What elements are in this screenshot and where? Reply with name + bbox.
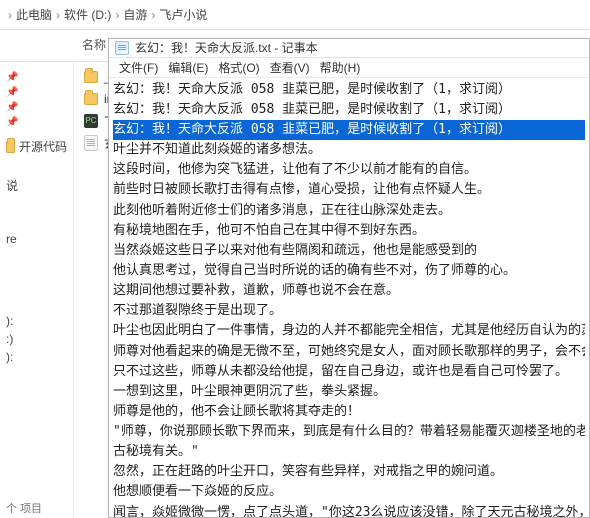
notepad-line[interactable]: 叶尘并不知道此刻焱姬的诸多想法。 [113,140,585,160]
sidebar-item[interactable]: re [0,230,73,248]
menu-view[interactable]: 查看(V) [266,58,314,77]
notepad-line[interactable]: 不过那道裂隙终于是出现了。 [113,301,585,321]
txt-file-icon [84,135,98,151]
breadcrumb[interactable]: › 此电脑 › 软件 (D:) › 自游 › 飞卢小说 [0,0,590,30]
pin-icon: 📌 [6,117,18,128]
sidebar-item[interactable]: ): [0,312,73,330]
notepad-line[interactable]: 只不过这些，师尊从未都没给他提，留在自己身边，或许也是看自己可怜罢了。 [113,362,585,382]
notepad-line[interactable]: 他想顺便看一下焱姬的反应。 [113,482,585,502]
notepad-icon [115,41,129,55]
breadcrumb-item[interactable]: 软件 (D:) [64,6,111,23]
pin-icon: 📌 [6,72,18,83]
notepad-window: 玄幻：我！天命大反派.txt - 记事本 文件(F) 编辑(E) 格式(O) 查… [108,38,590,518]
notepad-line[interactable]: 有秘境地图在手，他可不怕自己在其中得不到好东西。 [113,221,585,241]
breadcrumb-item[interactable]: 飞卢小说 [159,6,207,23]
sidebar: 📌 📌 📌 📌 开源代码 说 re ): :) ): [0,62,74,518]
menu-edit[interactable]: 编辑(E) [164,58,212,77]
menu-help[interactable]: 帮助(H) [316,58,365,77]
notepad-line[interactable]: "师尊，你说那顾长歌下界而来，到底是有什么目的？带着轻易能覆灭迦楼圣地的老仆，我… [113,422,585,442]
sidebar-item[interactable]: 📌 [0,85,73,100]
notepad-line[interactable]: 忽然，正在赶路的叶尘开口，笑容有些异样，对戒指之甲的婉问道。 [113,462,585,482]
notepad-line[interactable]: 玄幻：我！天命大反派 058 韭菜已肥，是时候收割了（1，求订阅） [113,120,585,140]
notepad-line[interactable]: 古秘境有关。" [113,442,585,462]
pc-file-icon: PC [84,114,98,128]
menu-file[interactable]: 文件(F) [115,58,162,77]
notepad-line[interactable]: 师尊对他看起来的确是无微不至，可她终究是女人，面对顾长歌那样的男子，会不会日才滑 [113,342,585,362]
notepad-line[interactable]: 此刻他听着附近修士们的诸多消息，正在往山脉深处走去。 [113,201,585,221]
notepad-textarea[interactable]: 玄幻：我！天命大反派 058 韭菜已肥，是时候收割了（1，求订阅）玄幻：我！天命… [109,78,589,517]
sidebar-label: 说 [6,177,18,194]
sidebar-item[interactable]: :) [0,330,73,348]
notepad-line[interactable]: 玄幻：我！天命大反派 058 韭菜已肥，是时候收割了（1，求订阅） [113,100,585,120]
notepad-line[interactable]: 师尊是他的，他不会让顾长歌将其夺走的！ [113,402,585,422]
sidebar-item[interactable]: 📌 [0,100,73,115]
notepad-line[interactable]: 玄幻：我！天命大反派 058 韭菜已肥，是时候收割了（1，求订阅） [113,80,585,100]
status-footer: 个 项目 [0,498,48,518]
notepad-title: 玄幻：我！天命大反派.txt - 记事本 [135,39,318,56]
notepad-line[interactable]: 一想到这里，叶尘眼神更阴沉了些，拳头紧握。 [113,382,585,402]
sidebar-label: 开源代码 [19,138,67,155]
sidebar-label: ): [6,350,13,364]
folder-icon [6,141,15,153]
notepad-line[interactable]: 闻言，焱姬微微一愣，点了点头道，"你这23么说应该没错，除了天元古秘境之外，下界… [113,503,585,517]
sidebar-item[interactable]: 说 [0,175,73,196]
sidebar-item[interactable]: 📌 [0,70,73,85]
sidebar-item[interactable]: 开源代码 [0,136,73,157]
notepad-line[interactable]: 叶尘也因此明白了一件事情，身边的人并不都能完全相信，尤其是他经历自认为的苏清歌 [113,321,585,341]
notepad-line[interactable]: 这段时间，他修为突飞猛进，让他有了不少以前才能有的自信。 [113,160,585,180]
breadcrumb-item[interactable]: 自游 [123,6,147,23]
folder-icon [84,71,98,83]
sidebar-label: ): [6,314,13,328]
folder-icon [84,93,98,105]
breadcrumb-sep: › [56,8,60,22]
notepad-line[interactable]: 他认真思考过，觉得自己当时所说的话的确有些不对，伤了师尊的心。 [113,261,585,281]
notepad-line[interactable]: 这期间他想过要补救，道歉，师尊也说不会在意。 [113,281,585,301]
notepad-line[interactable]: 当然焱姬这些日子以来对他有些隔阂和疏远，他也是能感受到的 [113,241,585,261]
sidebar-label: :) [6,332,13,346]
breadcrumb-item[interactable]: 此电脑 [16,6,52,23]
breadcrumb-sep: › [8,8,12,22]
menu-format[interactable]: 格式(O) [214,58,263,77]
notepad-titlebar[interactable]: 玄幻：我！天命大反派.txt - 记事本 [109,39,589,58]
notepad-menubar: 文件(F) 编辑(E) 格式(O) 查看(V) 帮助(H) [109,58,589,78]
notepad-line[interactable]: 前些时日被顾长歌打击得有点惨，道心受损，让他有点怀疑人生。 [113,180,585,200]
sidebar-item[interactable]: 📌 [0,115,73,130]
breadcrumb-sep: › [151,8,155,22]
pin-icon: 📌 [6,87,18,98]
sidebar-label: re [6,232,17,246]
sidebar-item[interactable]: ): [0,348,73,366]
breadcrumb-sep: › [115,8,119,22]
pin-icon: 📌 [6,102,18,113]
